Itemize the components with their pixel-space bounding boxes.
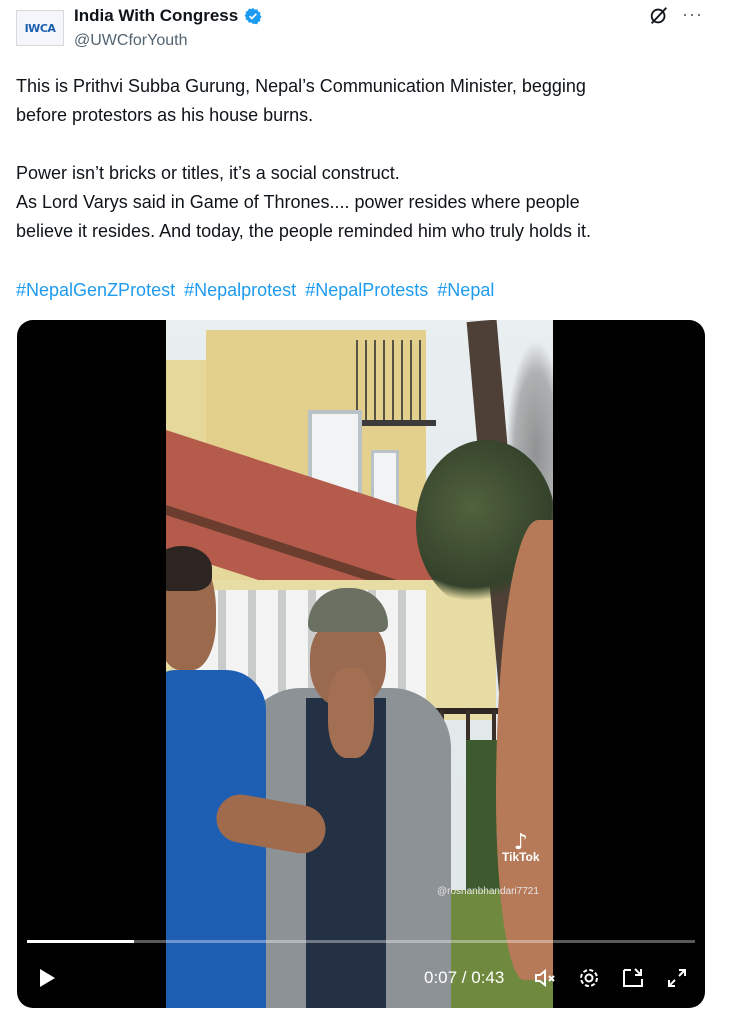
hashtag-link[interactable]: #NepalProtests [305,280,428,300]
tiktok-username: @roshanbhandari7721 [437,886,539,897]
mute-icon[interactable] [533,966,557,990]
video-frame [166,320,553,1008]
hashtags: #NepalGenZProtest #Nepalprotest #NepalPr… [16,276,498,305]
author-name[interactable]: India With Congress [74,6,238,26]
hashtag-link[interactable]: #Nepalprotest [184,280,296,300]
progress-bar[interactable] [27,940,695,943]
video-person [236,588,456,1008]
tiktok-icon: ♪ [513,830,528,855]
tweet-line: Power isn’t bricks or titles, it’s a soc… [16,163,400,183]
tweet-line: believe it resides. And today, the peopl… [16,221,591,241]
tweet-line: before protestors as his house burns. [16,105,314,125]
pip-icon[interactable] [621,966,645,990]
author-handle[interactable]: @UWCforYouth [74,32,187,50]
video-player[interactable]: ♪ TikTok @roshanbhandari7721 0:07 / 0:43 [17,320,705,1008]
tweet-text: This is Prithvi Subba Gurung, Nepal’s Co… [16,72,716,246]
settings-icon[interactable] [577,966,601,990]
tweet-line: As Lord Varys said in Game of Thrones...… [16,192,580,212]
tweet-line: This is Prithvi Subba Gurung, Nepal’s Co… [16,76,586,96]
tiktok-label: TikTok [502,850,540,864]
video-time: 0:07 / 0:43 [424,968,505,987]
tiktok-watermark: ♪ TikTok [502,830,540,865]
fullscreen-icon[interactable] [665,966,689,990]
progress-fill [27,940,134,943]
hashtag-link[interactable]: #Nepal [437,280,494,300]
grok-icon[interactable] [648,5,670,27]
author-name-row: India With Congress [74,6,262,26]
play-icon[interactable] [35,966,59,990]
verified-badge-icon [244,8,262,25]
hashtag-link[interactable]: #NepalGenZProtest [16,280,175,300]
avatar-text: IWCA [24,21,56,35]
avatar[interactable]: IWCA [16,10,64,46]
tweet-header: IWCA India With Congress @UWCforYouth ··… [0,0,730,66]
more-icon[interactable]: ··· [682,4,703,25]
